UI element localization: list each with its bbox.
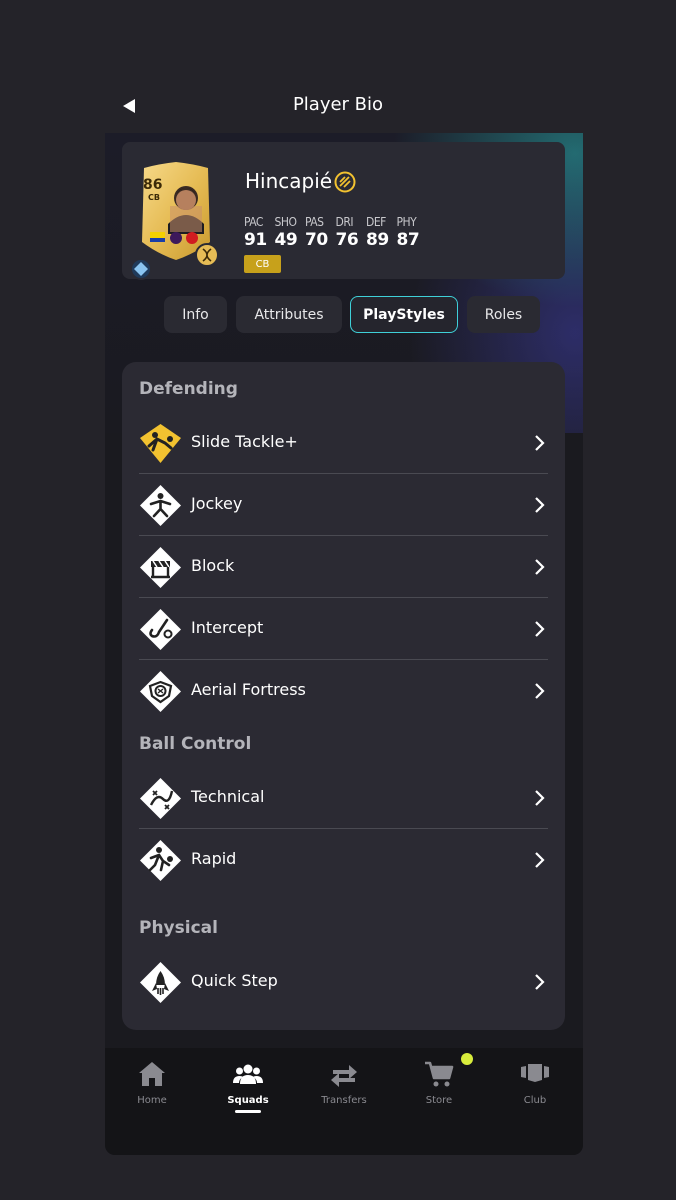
stat-value: 76: [335, 230, 359, 250]
row-divider: [139, 535, 548, 536]
stat-value: 89: [366, 230, 389, 250]
top-bar: Player Bio: [0, 84, 676, 128]
row-divider: [139, 828, 548, 829]
player-stats: PAC 91 SHO 49 PAS 70 DRI 76 DEF 89 PHY 8…: [244, 215, 427, 250]
store-cart-icon: [425, 1061, 454, 1087]
jockey-icon: [140, 485, 181, 526]
slide-tackle-plus-icon: [140, 424, 181, 463]
stat-label: DEF: [366, 215, 386, 229]
stat-pas: PAS 70: [305, 215, 336, 250]
playstyle-label: Aerial Fortress: [191, 680, 306, 699]
stat-phy: PHY 87: [397, 215, 428, 250]
squads-icon: [233, 1064, 263, 1084]
rapid-icon: [140, 840, 181, 881]
chevron-right-icon: [535, 683, 545, 699]
row-divider: [139, 473, 548, 474]
stat-def: DEF 89: [366, 215, 397, 250]
playstyle-row-aerial-fortress[interactable]: Aerial Fortress: [139, 661, 548, 722]
playstyle-row-slide-tackle-plus[interactable]: Slide Tackle+: [139, 413, 548, 474]
playstyle-label: Quick Step: [191, 971, 278, 990]
nav-store[interactable]: Store: [399, 1060, 479, 1120]
chemistry-style-icon: [334, 171, 356, 193]
tab-bar: Info Attributes PlayStyles Roles: [105, 296, 583, 334]
nav-label: Club: [523, 1095, 547, 1106]
chevron-right-icon: [535, 497, 545, 513]
position-badge: CB: [244, 255, 281, 273]
block-icon: [140, 547, 181, 588]
aerial-fortress-icon: [140, 671, 181, 712]
stat-label: PAS: [305, 215, 324, 229]
nav-label: Squads: [227, 1095, 269, 1106]
player-name: Hincapié: [245, 169, 333, 193]
playstyle-row-rapid[interactable]: Rapid: [139, 830, 548, 891]
playstyle-label: Jockey: [191, 494, 243, 513]
store-notification-dot: [461, 1053, 473, 1065]
technical-icon: [140, 778, 181, 819]
bottom-navigation: Home Squads Transfers Store Club: [105, 1048, 583, 1155]
tab-attributes[interactable]: Attributes: [236, 296, 342, 333]
tab-roles[interactable]: Roles: [467, 296, 540, 333]
page-title: Player Bio: [292, 94, 384, 115]
nav-transfers[interactable]: Transfers: [304, 1060, 384, 1120]
playstyle-label: Block: [191, 556, 235, 575]
quick-step-icon: [140, 962, 181, 1003]
home-icon: [139, 1062, 165, 1086]
playstyle-row-quick-step[interactable]: Quick Step: [139, 952, 548, 1013]
dna-badge-icon: [195, 243, 219, 267]
row-divider: [139, 597, 548, 598]
chevron-right-icon: [535, 974, 545, 990]
nav-squads[interactable]: Squads: [208, 1060, 288, 1120]
nav-label: Store: [425, 1095, 453, 1106]
chevron-right-icon: [535, 790, 545, 806]
transfers-icon: [331, 1065, 357, 1087]
club-icon: [521, 1064, 549, 1082]
stat-label: DRI: [335, 215, 354, 229]
playstyle-label: Rapid: [191, 849, 237, 868]
playstyle-row-technical[interactable]: Technical: [139, 768, 548, 829]
stat-pac: PAC 91: [244, 215, 275, 250]
playstyle-label: Technical: [191, 787, 265, 806]
stat-label: PAC: [244, 215, 263, 229]
nav-label: Home: [137, 1095, 167, 1106]
stat-label: PHY: [396, 215, 417, 229]
chevron-right-icon: [535, 621, 545, 637]
playstyle-row-intercept[interactable]: Intercept: [139, 599, 548, 660]
section-ball-control: Ball Control: [139, 734, 252, 754]
player-summary-card: 86 CB Hincapié PAC 91 SHO 49 PAS 70 DRI …: [122, 142, 565, 280]
active-indicator: [235, 1110, 261, 1113]
nav-label: Transfers: [321, 1095, 367, 1106]
section-defending: Defending: [139, 379, 238, 399]
chevron-right-icon: [535, 852, 545, 868]
stat-sho: SHO 49: [275, 215, 306, 250]
app-screen: 86 CB Hincapié PAC 91 SHO 49 PAS 70 DRI …: [105, 133, 583, 1155]
stat-value: 91: [244, 230, 267, 250]
nav-club[interactable]: Club: [495, 1060, 575, 1120]
stat-label: SHO: [274, 215, 297, 229]
diamond-badge-icon: [130, 258, 152, 280]
stat-value: 87: [396, 230, 420, 250]
playstyle-row-jockey[interactable]: Jockey: [139, 475, 548, 536]
playstyle-row-block[interactable]: Block: [139, 537, 548, 598]
chevron-right-icon: [535, 435, 545, 451]
nav-home[interactable]: Home: [112, 1060, 192, 1120]
stat-value: 70: [305, 230, 328, 250]
section-physical: Physical: [139, 918, 218, 938]
playstyles-list: Defending Slide Tackle+ Jockey Block Int…: [122, 362, 565, 1030]
stat-dri: DRI 76: [336, 215, 367, 250]
intercept-icon: [140, 609, 181, 650]
playstyle-label: Intercept: [191, 618, 264, 637]
tab-info[interactable]: Info: [164, 296, 227, 333]
row-divider: [139, 659, 548, 660]
stat-value: 49: [274, 230, 298, 250]
chevron-right-icon: [535, 559, 545, 575]
player-rating: 86: [143, 177, 163, 193]
playstyle-label: Slide Tackle+: [191, 432, 298, 451]
tab-playstyles[interactable]: PlayStyles: [350, 296, 458, 333]
card-position: CB: [148, 193, 160, 202]
